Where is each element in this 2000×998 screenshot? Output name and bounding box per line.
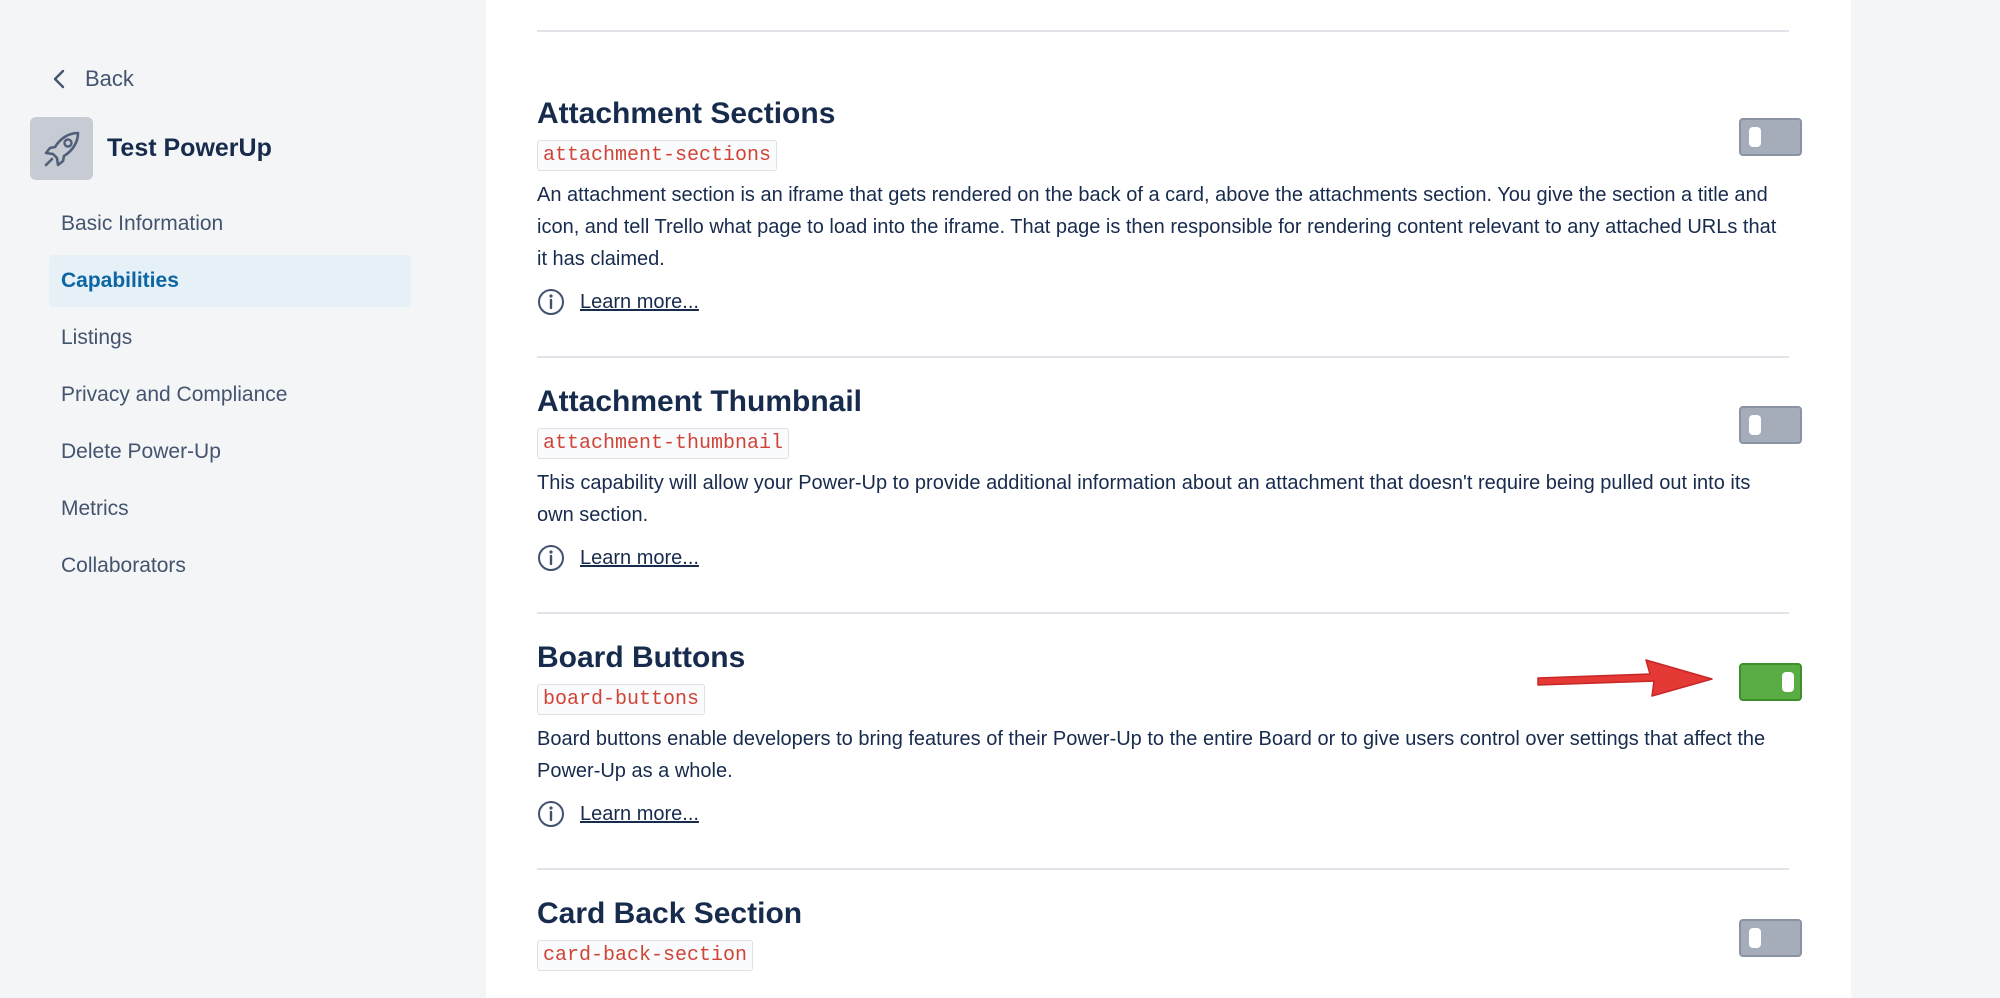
sidebar-item-capabilities[interactable]: Capabilities <box>49 255 411 307</box>
toggle-knob <box>1749 127 1761 147</box>
toggle-attachment-thumbnail[interactable] <box>1739 406 1802 444</box>
info-icon <box>538 289 564 315</box>
learn-more-link[interactable]: Learn more... <box>580 803 699 826</box>
capability-description: An attachment section is an iframe that … <box>537 184 1777 270</box>
learn-more-row: Learn more... <box>537 799 1789 829</box>
capability-description: This capability will allow your Power-Up… <box>537 472 1751 526</box>
sidebar-nav: Basic Information Capabilities Listings … <box>49 198 411 597</box>
capability-description: Board buttons enable developers to bring… <box>537 728 1766 782</box>
sidebar-item-privacy-and-compliance[interactable]: Privacy and Compliance <box>49 369 411 421</box>
sidebar-item-basic-information[interactable]: Basic Information <box>49 198 411 250</box>
toggle-card-back-section[interactable] <box>1739 919 1802 957</box>
sidebar-item-listings[interactable]: Listings <box>49 312 411 364</box>
chevron-left-icon <box>53 69 65 89</box>
learn-more-row: Learn more... <box>537 287 1789 317</box>
app-header: Test PowerUp <box>30 117 272 180</box>
info-icon <box>538 801 564 827</box>
sidebar-item-collaborators[interactable]: Collaborators <box>49 540 411 592</box>
capability-card-back-section: Card Back Section card-back-section <box>537 896 1789 971</box>
learn-more-row: Learn more... <box>537 543 1789 573</box>
toggle-knob <box>1782 672 1794 692</box>
capability-attachment-thumbnail: Attachment Thumbnail attachment-thumbnai… <box>537 384 1789 573</box>
capabilities-panel: Attachment Sections attachment-sections … <box>486 0 1851 998</box>
divider <box>537 356 1789 358</box>
back-link[interactable]: Back <box>49 64 134 94</box>
info-icon <box>538 545 564 571</box>
annotation-arrow-icon <box>1537 659 1713 697</box>
toggle-knob <box>1749 415 1761 435</box>
back-label: Back <box>85 66 134 91</box>
toggle-board-buttons[interactable] <box>1739 663 1802 701</box>
capability-code: attachment-thumbnail <box>537 428 790 459</box>
app-name: Test PowerUp <box>107 134 272 162</box>
toggle-attachment-sections[interactable] <box>1739 118 1802 156</box>
sidebar-item-delete-power-up[interactable]: Delete Power-Up <box>49 426 411 478</box>
learn-more-link[interactable]: Learn more... <box>580 291 699 314</box>
capability-code: board-buttons <box>537 684 706 715</box>
sidebar-item-metrics[interactable]: Metrics <box>49 483 411 535</box>
capability-title: Card Back Section <box>537 897 803 930</box>
divider <box>537 612 1789 614</box>
learn-more-link[interactable]: Learn more... <box>580 547 699 570</box>
divider <box>537 30 1789 32</box>
rocket-icon <box>30 117 93 180</box>
toggle-knob <box>1749 928 1761 948</box>
divider <box>537 868 1789 870</box>
sidebar: Back Test PowerUp Basic Information Capa… <box>0 0 486 998</box>
capability-code: attachment-sections <box>537 140 778 171</box>
capability-title: Attachment Sections <box>537 97 836 130</box>
capability-title: Attachment Thumbnail <box>537 385 863 418</box>
capability-attachment-sections: Attachment Sections attachment-sections … <box>537 96 1789 317</box>
capability-code: card-back-section <box>537 940 754 971</box>
